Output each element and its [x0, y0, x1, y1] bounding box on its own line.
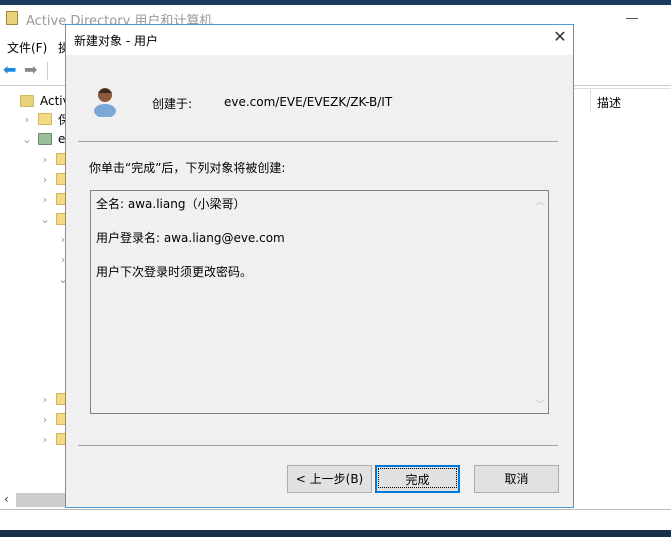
- chevron-down-icon[interactable]: ⌄: [22, 133, 32, 146]
- separator: [78, 445, 558, 446]
- dialog-title: 新建对象 - 用户: [74, 34, 158, 48]
- chevron-down-icon[interactable]: ⌄: [40, 213, 50, 226]
- menu-file[interactable]: 文件(F): [7, 39, 47, 56]
- chevron-right-icon[interactable]: ›: [40, 153, 50, 166]
- cancel-button[interactable]: 取消: [474, 465, 559, 493]
- finish-label: 完成: [378, 468, 457, 488]
- intro-text: 你单击“完成”后，下列对象将被创建:: [89, 161, 286, 175]
- chevron-right-icon[interactable]: ›: [22, 113, 32, 126]
- app-icon: [6, 11, 18, 25]
- summary-logon-name: 用户登录名: awa.liang@eve.com: [96, 231, 285, 245]
- toolbar-divider: [47, 62, 48, 80]
- created-in-path: eve.com/EVE/EVEZK/ZK-B/IT: [224, 95, 393, 109]
- column-header-description[interactable]: 描述: [597, 94, 621, 111]
- scroll-left-icon[interactable]: ‹: [4, 492, 9, 506]
- finish-button[interactable]: 完成: [375, 465, 460, 493]
- domain-icon: [38, 133, 52, 145]
- forward-arrow-icon[interactable]: ➡: [24, 62, 40, 78]
- chevron-right-icon[interactable]: ›: [40, 193, 50, 206]
- summary-box: 全名: awa.liang（小梁哥） 用户登录名: awa.liang@eve.…: [90, 190, 549, 414]
- ad-root-icon: [20, 95, 34, 107]
- window-top-edge: [0, 0, 671, 5]
- back-arrow-icon[interactable]: ⬅: [3, 62, 19, 78]
- scroll-up-icon[interactable]: ︿: [535, 193, 545, 208]
- back-button[interactable]: < 上一步(B): [287, 465, 372, 493]
- chevron-right-icon[interactable]: ›: [40, 433, 50, 446]
- column-divider[interactable]: [590, 90, 591, 112]
- user-icon: [94, 88, 116, 117]
- minimize-button[interactable]: [626, 18, 638, 19]
- summary-fullname: 全名: awa.liang（小梁哥）: [96, 197, 246, 211]
- vertical-scrollbar[interactable]: ︿ ﹀: [532, 191, 548, 413]
- chevron-right-icon[interactable]: ›: [40, 393, 50, 406]
- created-in-label: 创建于:: [152, 97, 193, 111]
- separator: [78, 141, 558, 142]
- new-user-dialog: 新建对象 - 用户 ✕ 创建于: eve.com/EVE/EVEZK/ZK-B/…: [65, 24, 574, 508]
- chevron-right-icon[interactable]: ›: [40, 413, 50, 426]
- status-bar: [0, 509, 671, 510]
- taskbar-edge: [0, 530, 671, 537]
- dialog-titlebar: 新建对象 - 用户 ✕: [66, 25, 573, 55]
- chevron-right-icon[interactable]: ›: [40, 173, 50, 186]
- summary-password-note: 用户下次登录时须更改密码。: [96, 265, 253, 279]
- close-icon[interactable]: ✕: [550, 27, 570, 46]
- scroll-down-icon[interactable]: ﹀: [535, 396, 545, 411]
- folder-icon: [38, 113, 52, 125]
